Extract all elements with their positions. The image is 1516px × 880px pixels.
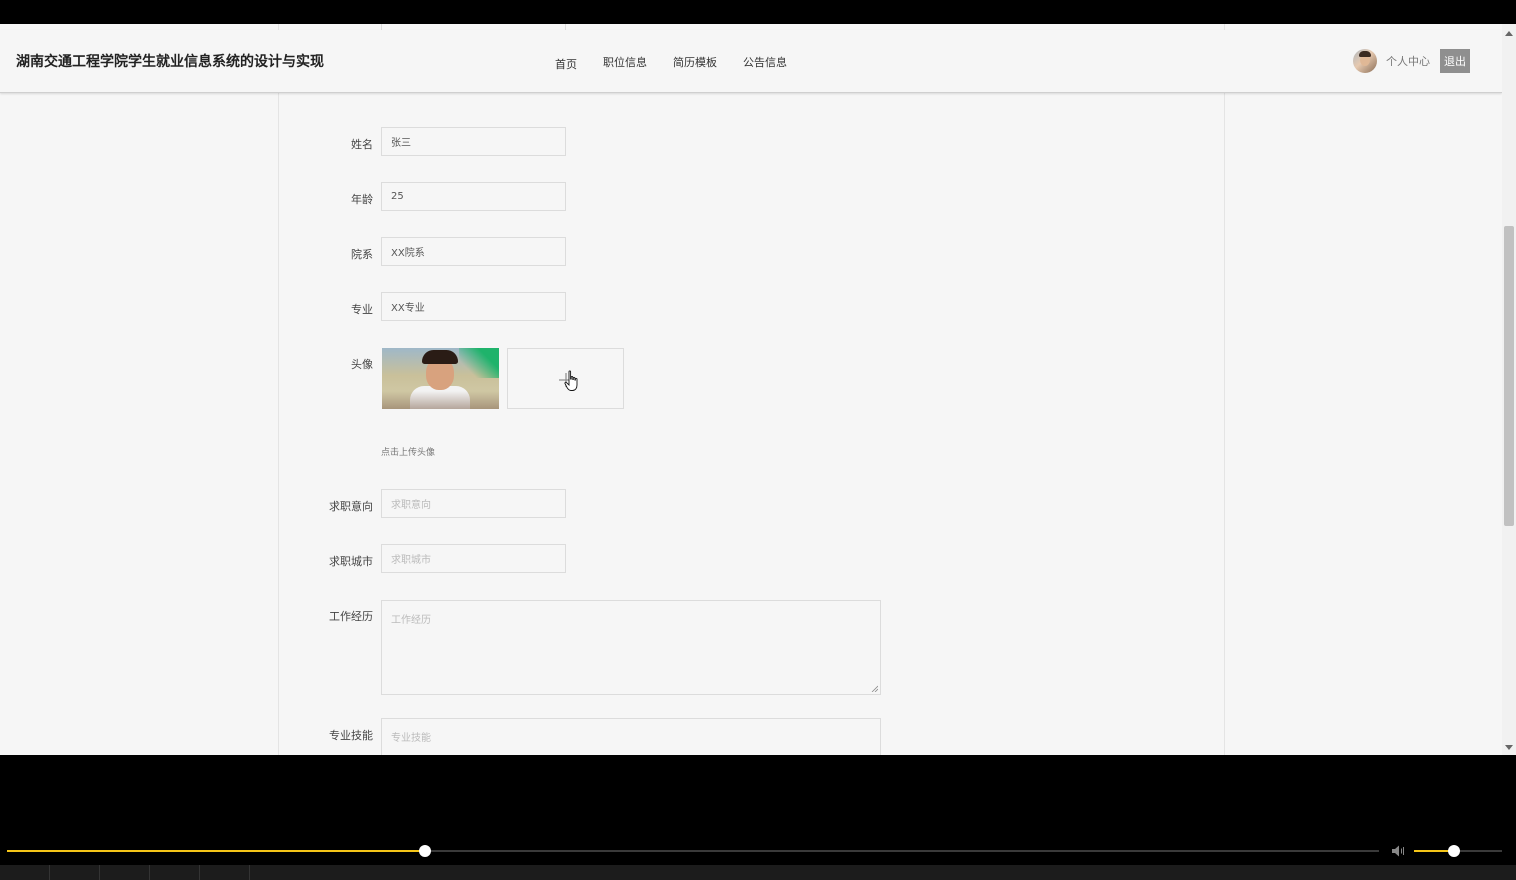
user-center-link[interactable]: 个人中心 — [1386, 53, 1430, 69]
department-label: 院系 — [351, 248, 373, 261]
form-content-panel: 姓名 张三 年龄 25 院系 XX院系 专业 XX专业 头像 点击上传头像 求职… — [278, 24, 1225, 755]
skills-placeholder: 专业技能 — [391, 733, 431, 744]
nav-announcements[interactable]: 公告信息 — [743, 54, 787, 72]
vertical-scrollbar[interactable] — [1502, 24, 1516, 755]
browser-viewport: 姓名 张三 年龄 25 院系 XX院系 专业 XX专业 头像 点击上传头像 求职… — [0, 24, 1502, 755]
scroll-up-arrow-icon[interactable] — [1505, 31, 1513, 36]
video-player-controls — [0, 755, 1516, 880]
job-intention-label: 求职意向 — [329, 500, 373, 513]
progress-knob[interactable] — [419, 845, 432, 857]
scroll-thumb[interactable] — [1504, 226, 1514, 526]
scroll-down-arrow-icon[interactable] — [1505, 745, 1513, 750]
name-label: 姓名 — [351, 138, 373, 151]
volume-knob[interactable] — [1447, 845, 1460, 857]
major-input[interactable]: XX专业 — [381, 292, 566, 321]
volume-slider[interactable] — [1414, 845, 1502, 857]
avatar-preview-image — [382, 348, 499, 409]
job-intention-input[interactable]: 求职意向 — [381, 489, 566, 518]
job-city-label: 求职城市 — [329, 555, 373, 568]
resize-handle-icon[interactable] — [871, 685, 878, 692]
taskbar-strip — [0, 865, 1516, 880]
progress-bar[interactable] — [7, 845, 1379, 857]
hand-pointer-icon — [564, 370, 578, 391]
taskbar-segment — [200, 865, 250, 880]
avatar-label: 头像 — [351, 358, 373, 371]
nav-jobs[interactable]: 职位信息 — [603, 54, 647, 72]
site-title: 湖南交通工程学院学生就业信息系统的设计与实现 — [16, 54, 324, 70]
nav-home[interactable]: 首页 — [555, 56, 577, 72]
name-input[interactable]: 张三 — [381, 127, 566, 156]
progress-fill — [7, 850, 426, 852]
skills-label: 专业技能 — [329, 729, 373, 742]
taskbar-segment — [100, 865, 150, 880]
site-header: 湖南交通工程学院学生就业信息系统的设计与实现 首页 职位信息 简历模板 公告信息… — [0, 30, 1502, 93]
age-label: 年龄 — [351, 193, 373, 206]
volume-icon[interactable] — [1391, 844, 1407, 858]
taskbar-segment — [150, 865, 200, 880]
avatar-upload-hint: 点击上传头像 — [381, 448, 436, 458]
major-label: 专业 — [351, 303, 373, 316]
main-nav: 首页 职位信息 简历模板 公告信息 — [555, 54, 813, 72]
skills-textarea[interactable]: 专业技能 — [381, 718, 881, 755]
nav-resume-templates[interactable]: 简历模板 — [673, 54, 717, 72]
user-area: 个人中心 退出 — [1353, 49, 1470, 73]
taskbar-segment — [0, 865, 50, 880]
logout-button[interactable]: 退出 — [1440, 49, 1470, 73]
work-experience-label: 工作经历 — [329, 610, 373, 623]
user-avatar[interactable] — [1353, 49, 1377, 73]
top-black-bar — [0, 0, 1516, 24]
age-input[interactable]: 25 — [381, 182, 566, 211]
work-experience-textarea[interactable]: 工作经历 — [381, 600, 881, 695]
job-city-input[interactable]: 求职城市 — [381, 544, 566, 573]
taskbar-segment — [50, 865, 100, 880]
work-experience-placeholder: 工作经历 — [391, 615, 431, 626]
department-input[interactable]: XX院系 — [381, 237, 566, 266]
